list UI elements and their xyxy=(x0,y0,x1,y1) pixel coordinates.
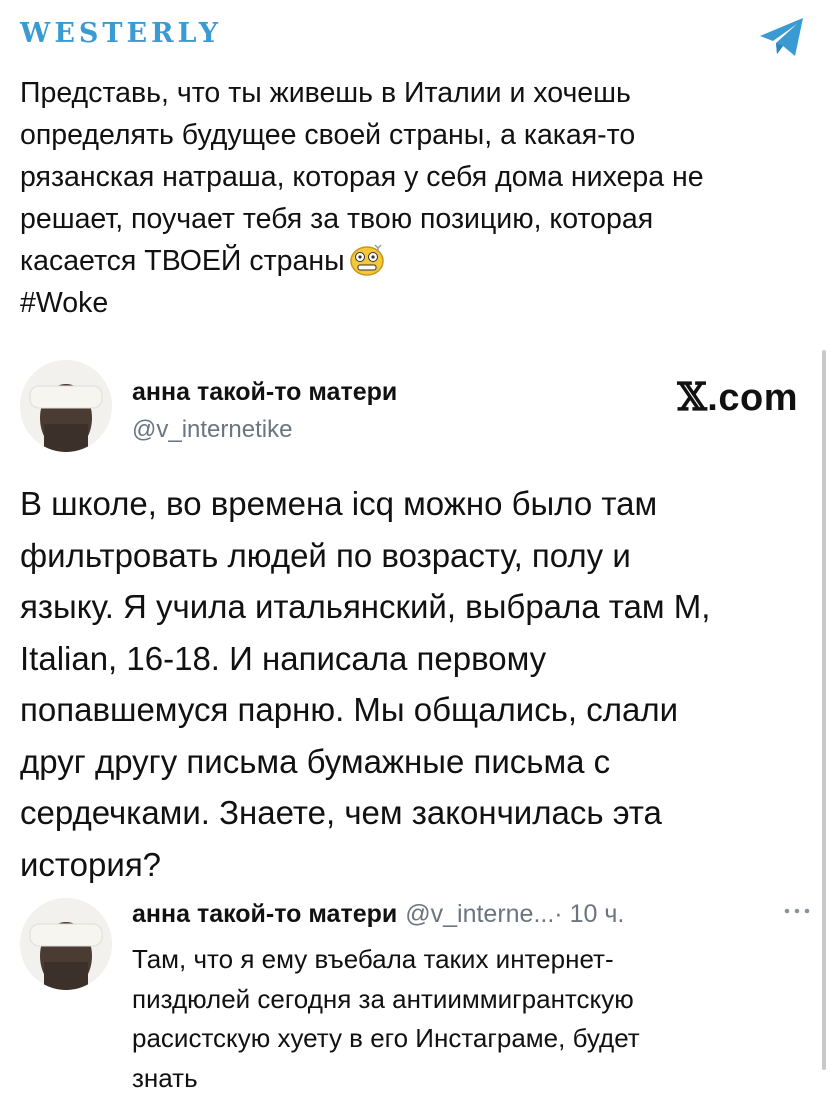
tweet-text: В школе, во времена icq можно было там ф… xyxy=(20,485,711,883)
tweet-body: В школе, во времена icq можно было там ф… xyxy=(20,478,800,890)
tweet-author-handle[interactable]: @v_internetike xyxy=(132,416,292,444)
reply-avatar[interactable] xyxy=(20,898,112,990)
more-options-icon[interactable] xyxy=(782,906,812,916)
reply-author-name[interactable]: анна такой-то матери xyxy=(132,900,397,928)
x-logo-domain: .com xyxy=(707,377,798,419)
tweet-author-name[interactable]: анна такой-то матери xyxy=(132,378,397,407)
scrollbar[interactable] xyxy=(822,350,826,1070)
telegram-icon[interactable] xyxy=(757,14,807,60)
dizzy-face-emoji xyxy=(349,244,384,276)
tweet-header: анна такой-то матери @v_internetike 𝕏.co… xyxy=(20,360,810,460)
x-com-logo[interactable]: 𝕏.com xyxy=(677,374,798,420)
reply-timestamp[interactable]: · 10 ч. xyxy=(554,900,624,928)
reply-meta: анна такой-то матери @v_interne...· 10 ч. xyxy=(132,900,624,929)
reply-text: Там, что я ему въебала таких интернет- п… xyxy=(132,944,640,1093)
post-text: Представь, что ты живешь в Италии и хоче… xyxy=(20,72,810,324)
x-logo-icon: 𝕏 xyxy=(677,374,708,419)
channel-name[interactable]: WESTERLY xyxy=(20,18,222,49)
hashtag-link[interactable]: #Woke xyxy=(20,282,810,324)
avatar[interactable] xyxy=(20,360,112,452)
reply-tweet: анна такой-то матери @v_interne...· 10 ч.… xyxy=(20,888,820,1108)
reply-author-handle[interactable]: @v_interne... xyxy=(405,900,554,928)
reply-body: Там, что я ему въебала таких интернет- п… xyxy=(132,940,792,1098)
